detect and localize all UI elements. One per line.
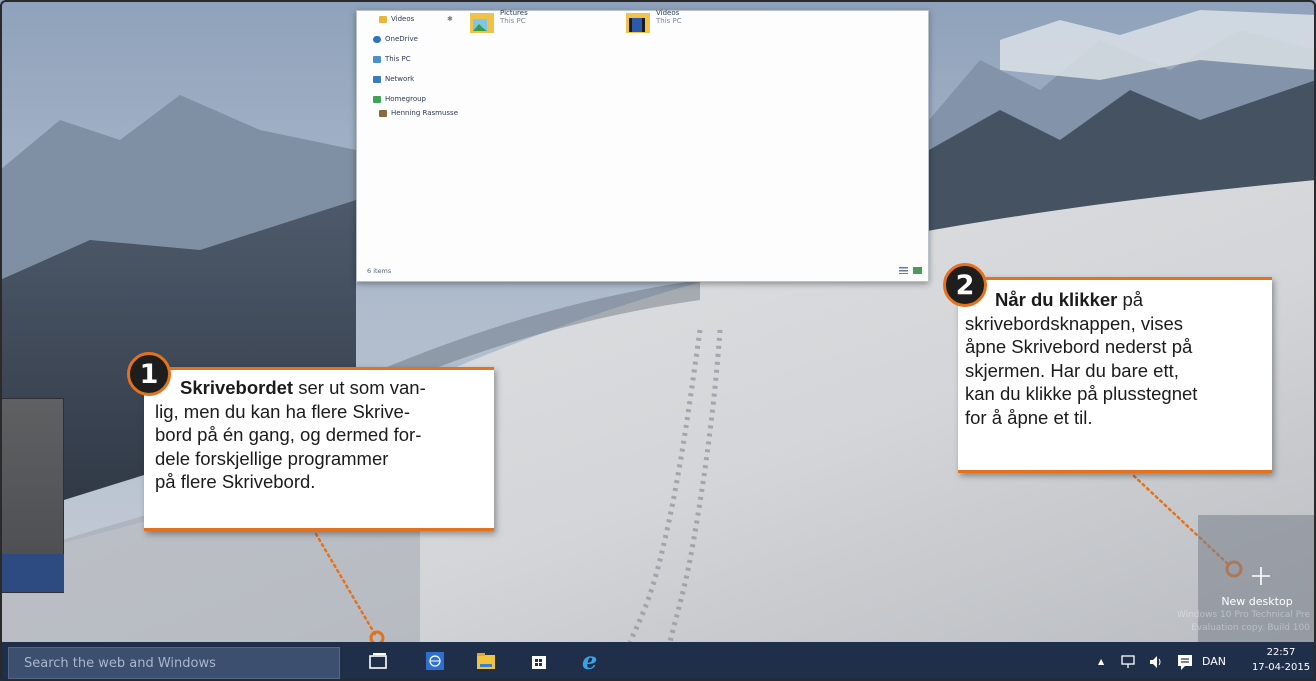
callout-2-line: for å åpne et til. <box>965 406 1093 428</box>
tile-videos[interactable]: Videos This PC <box>625 9 682 35</box>
nav-item-label: This PC <box>385 55 411 63</box>
user-icon <box>379 109 387 117</box>
search-box[interactable]: Search the web and Windows <box>8 647 340 679</box>
nav-item-videos[interactable]: Videos <box>379 15 414 23</box>
nav-item-user[interactable]: Henning Rasmusse <box>379 109 458 117</box>
desktop-preview-thumbnail[interactable] <box>0 398 64 593</box>
pin-icon: ✱ <box>447 15 453 23</box>
globe-icon[interactable] <box>424 650 446 672</box>
callout-box-2: Når du klikker på skrivebordsknappen, vi… <box>958 277 1272 473</box>
nav-item-homegroup[interactable]: Homegroup <box>373 95 426 103</box>
tile-title: Pictures <box>500 9 528 17</box>
speaker-icon[interactable] <box>1148 654 1164 670</box>
language-label: DAN <box>1202 655 1227 668</box>
callout-2-line: åpne Skrivebord nederst på <box>965 336 1193 357</box>
callout-box-1: Skrivebordet ser ut som van- lig, men du… <box>144 367 494 531</box>
callout-number-2: 2 <box>943 263 987 307</box>
pictures-folder-icon <box>470 13 494 33</box>
homegroup-icon <box>373 95 381 103</box>
videos-folder-icon <box>626 13 650 33</box>
network-icon[interactable] <box>1120 654 1136 670</box>
callout-1-line: dele forskjellige programmer <box>155 447 389 469</box>
svg-text:e: e <box>582 648 597 672</box>
taskbar: Search the web and Windows e ▲ DAN 22:57… <box>0 642 1316 681</box>
large-icons-view-icon[interactable] <box>913 267 922 274</box>
show-hidden-icons-button[interactable]: ▲ <box>1098 642 1104 681</box>
input-language-button[interactable]: DAN <box>1202 642 1226 681</box>
callout-number-1: 1 <box>127 352 171 396</box>
chevron-up-icon: ▲ <box>1098 657 1105 666</box>
nav-item-this-pc[interactable]: This PC <box>373 55 411 63</box>
callout-2-first-line: Når du klikker på <box>965 288 1272 312</box>
callout-2-bold: Når du klikker <box>995 289 1118 310</box>
action-center-icon[interactable] <box>1176 653 1194 671</box>
tile-subtitle: This PC <box>656 17 682 25</box>
file-explorer-window[interactable]: Videos ✱ OneDrive This PC Network Homegr… <box>356 9 929 282</box>
evaluation-watermark: Windows 10 Pro Technical Pre Evaluation … <box>1177 609 1310 635</box>
callout-1-line: på flere Skrivebord. <box>155 471 316 492</box>
pc-icon <box>373 55 381 63</box>
store-icon[interactable] <box>528 650 550 672</box>
callout-2-line: skrivebordsknappen, vises <box>965 312 1183 334</box>
watermark-line: Evaluation copy. Build 100 <box>1191 623 1310 633</box>
clock-date: 17-04-2015 <box>1251 662 1311 673</box>
nav-item-label: Videos <box>391 15 415 23</box>
nav-item-label: OneDrive <box>385 35 418 43</box>
network-icon <box>373 75 381 83</box>
callout-2-line: skjermen. Har du bare ett, <box>965 359 1179 381</box>
callout-2-line1: på <box>1117 289 1144 310</box>
new-desktop-label: New desktop <box>1221 595 1293 608</box>
callout-1-line: bord på én gang, og dermed for- <box>155 424 422 445</box>
video-folder-icon <box>379 15 387 23</box>
status-item-count: 6 items <box>367 267 392 275</box>
callout-1-line1: ser ut som van- <box>293 377 426 398</box>
explorer-nav-pane: Videos ✱ OneDrive This PC Network Homegr… <box>357 11 467 251</box>
preview-taskbar <box>1 554 64 592</box>
details-view-icon[interactable] <box>899 267 908 274</box>
callout-2-line: kan du klikke på plusstegnet <box>965 383 1198 404</box>
plus-icon <box>1252 567 1270 585</box>
nav-item-label: Henning Rasmusse <box>391 109 458 117</box>
tile-title: Videos <box>656 9 680 17</box>
tile-subtitle: This PC <box>500 17 526 25</box>
nav-item-network[interactable]: Network <box>373 75 414 83</box>
internet-explorer-icon[interactable]: e <box>580 648 604 672</box>
nav-item-label: Homegroup <box>385 95 427 103</box>
clock-time: 22:57 <box>1266 647 1296 658</box>
tile-pictures[interactable]: Pictures This PC <box>469 9 528 35</box>
callout-1-line: lig, men du kan ha flere Skrive- <box>155 400 411 422</box>
watermark-line: Windows 10 Pro Technical Pre <box>1177 610 1310 620</box>
callout-1-bold: Skrivebordet <box>180 377 294 398</box>
callout-1-first-line: Skrivebordet ser ut som van- <box>155 376 494 400</box>
task-view-icon[interactable] <box>367 650 389 672</box>
file-explorer-icon[interactable] <box>475 650 497 672</box>
system-clock[interactable]: 22:57 17-04-2015 <box>1246 645 1316 675</box>
nav-item-label: Network <box>385 75 415 83</box>
onedrive-icon <box>373 35 381 43</box>
nav-item-onedrive[interactable]: OneDrive <box>373 35 418 43</box>
